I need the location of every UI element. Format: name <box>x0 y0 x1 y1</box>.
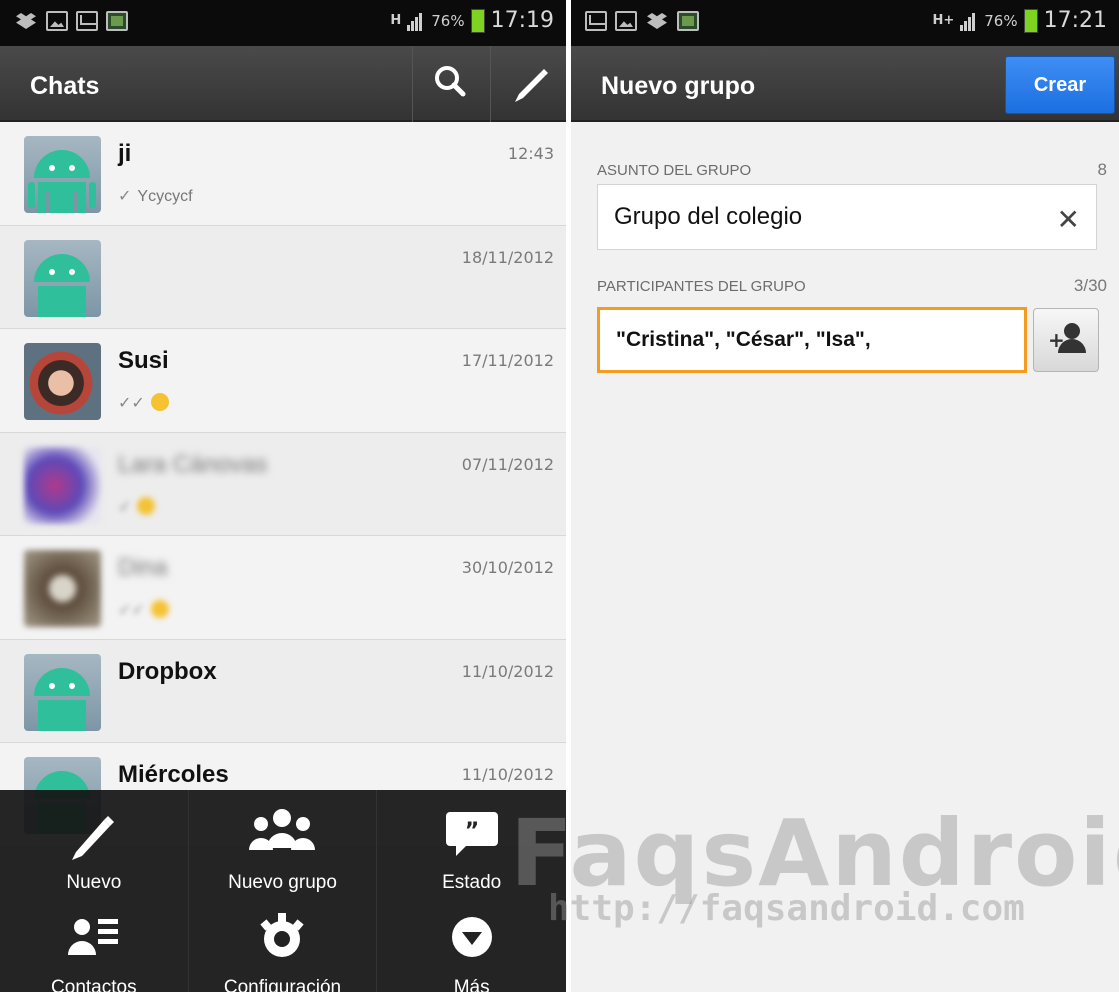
chat-preview-text: Ycycycf <box>137 188 193 205</box>
create-button[interactable]: Crear <box>1005 56 1115 114</box>
chat-time: 11/10/2012 <box>461 765 554 784</box>
network-type: H+ <box>932 13 955 28</box>
dropbox-icon <box>14 11 38 31</box>
add-participant-button[interactable]: + <box>1033 308 1099 372</box>
chat-time: 30/10/2012 <box>461 558 554 577</box>
gallery-icon <box>615 11 637 31</box>
avatar-photo <box>24 343 101 420</box>
avatar <box>24 239 101 317</box>
page-title: Nuevo grupo <box>601 72 756 100</box>
battery-percent: 76% <box>984 11 1018 30</box>
android-avatar-icon <box>34 253 90 317</box>
avatar-blurred <box>24 446 101 524</box>
status-bar: H+ 76% 17:21 <box>571 0 1119 46</box>
chat-time: 12:43 <box>507 144 554 163</box>
android-avatar-icon <box>28 150 96 213</box>
clear-icon[interactable]: ✕ <box>1057 203 1080 236</box>
action-bar: Chats <box>0 46 566 122</box>
action-bar: Nuevo grupo Crear <box>571 46 1119 122</box>
chat-row[interactable]: ji 12:43 ✓ Ycycycf <box>0 122 566 226</box>
chat-list: ji 12:43 ✓ Ycycycf 18/11/2012 Susi 17/11/… <box>0 122 566 847</box>
smiley-emoji-icon <box>150 393 169 411</box>
android-avatar-icon <box>34 667 90 731</box>
contacts-icon <box>67 919 118 955</box>
battery-icon <box>1023 8 1038 33</box>
watermark-url: http://faqsandroid.com <box>548 888 1025 929</box>
subject-label: ASUNTO DEL GRUPO <box>597 162 752 179</box>
read-double-check-icon: ✓✓ <box>118 395 145 412</box>
add-person-icon: + <box>1048 323 1086 353</box>
chat-row[interactable]: 18/11/2012 <box>0 225 566 329</box>
mail-icon <box>585 11 607 31</box>
chat-row[interactable]: Susi 17/11/2012 ✓✓ <box>0 329 566 433</box>
signal-icon <box>407 11 425 31</box>
app-notification-icon <box>106 11 128 31</box>
signal-icon <box>960 11 978 31</box>
chat-name: Dropbox <box>118 657 217 685</box>
group-icon <box>249 809 316 850</box>
chat-preview: ✓ <box>118 496 156 517</box>
gallery-icon <box>46 11 68 31</box>
chat-name: ji <box>118 140 132 167</box>
menu-item-contactos[interactable]: Contactos <box>0 891 189 992</box>
chevron-down-circle-icon <box>451 917 492 957</box>
group-subject-input[interactable]: Grupo del colegio ✕ <box>597 184 1097 250</box>
dropbox-icon <box>645 11 669 31</box>
participants-count: 3/30 <box>1073 276 1107 295</box>
chat-preview: ✓ Ycycycf <box>118 186 193 206</box>
chat-name: Susi <box>118 347 169 374</box>
chat-time: 11/10/2012 <box>461 661 554 681</box>
battery-icon <box>470 8 485 33</box>
pencil-icon <box>71 816 114 860</box>
chat-name: Dina <box>118 554 168 581</box>
chat-preview: ✓✓ <box>118 393 169 413</box>
participants-value: "Cristina", "César", "Isa", <box>616 328 871 351</box>
search-button[interactable] <box>412 46 488 122</box>
gear-icon <box>260 913 305 957</box>
sent-check-icon: ✓ <box>118 498 132 516</box>
avatar-blurred <box>24 550 101 627</box>
participants-input[interactable]: "Cristina", "César", "Isa", <box>597 307 1027 373</box>
menu-item-configuracion[interactable]: Configuración <box>189 891 378 992</box>
app-notification-icon <box>677 11 699 31</box>
menu-item-label: Configuración <box>223 977 342 992</box>
svg-text:”: ” <box>464 819 478 844</box>
chat-row[interactable]: Dina 30/10/2012 ✓✓ <box>0 536 566 640</box>
chat-name: Lara Cánovas <box>118 450 268 478</box>
options-menu: Nuevo Nuevo grupo ” Estado Contactos Con… <box>0 790 566 992</box>
status-bar: H 76% 17:19 <box>0 0 566 46</box>
chat-row[interactable]: Dropbox 11/10/2012 <box>0 639 566 743</box>
chat-preview: ✓✓ <box>118 600 169 620</box>
avatar <box>24 653 101 731</box>
quote-bubble-icon: ” <box>445 812 498 856</box>
menu-item-label: Contactos <box>51 977 137 992</box>
pencil-icon <box>515 69 548 102</box>
clock: 17:19 <box>490 8 554 33</box>
sent-check-icon: ✓ <box>118 188 132 205</box>
chat-name: Miércoles <box>118 761 229 788</box>
menu-item-label: Más <box>453 977 490 992</box>
smiley-emoji-icon <box>150 600 169 618</box>
read-double-check-icon: ✓✓ <box>118 602 145 619</box>
battery-percent: 76% <box>431 11 465 30</box>
menu-item-nuevo[interactable]: Nuevo <box>0 790 189 893</box>
chat-time: 17/11/2012 <box>461 351 554 370</box>
compose-button[interactable] <box>490 46 566 122</box>
network-type: H <box>390 13 402 28</box>
mail-icon <box>76 11 98 31</box>
subject-char-count: 8 <box>1097 160 1107 179</box>
menu-item-nuevo-grupo[interactable]: Nuevo grupo <box>189 790 378 893</box>
smiley-emoji-icon <box>137 496 156 515</box>
chat-time: 18/11/2012 <box>461 247 554 267</box>
chats-screen: H 76% 17:19 Chats ji 12:43 ✓ Ycycycf 18/… <box>0 0 566 992</box>
group-subject-value: Grupo del colegio <box>614 203 803 230</box>
avatar <box>24 136 101 213</box>
clock: 17:21 <box>1043 8 1107 33</box>
chat-time: 07/11/2012 <box>461 454 554 474</box>
chat-row[interactable]: Lara Cánovas 07/11/2012 ✓ <box>0 432 566 536</box>
participants-label: PARTICIPANTES DEL GRUPO <box>597 278 806 295</box>
search-icon <box>435 66 466 97</box>
page-title: Chats <box>30 72 100 100</box>
